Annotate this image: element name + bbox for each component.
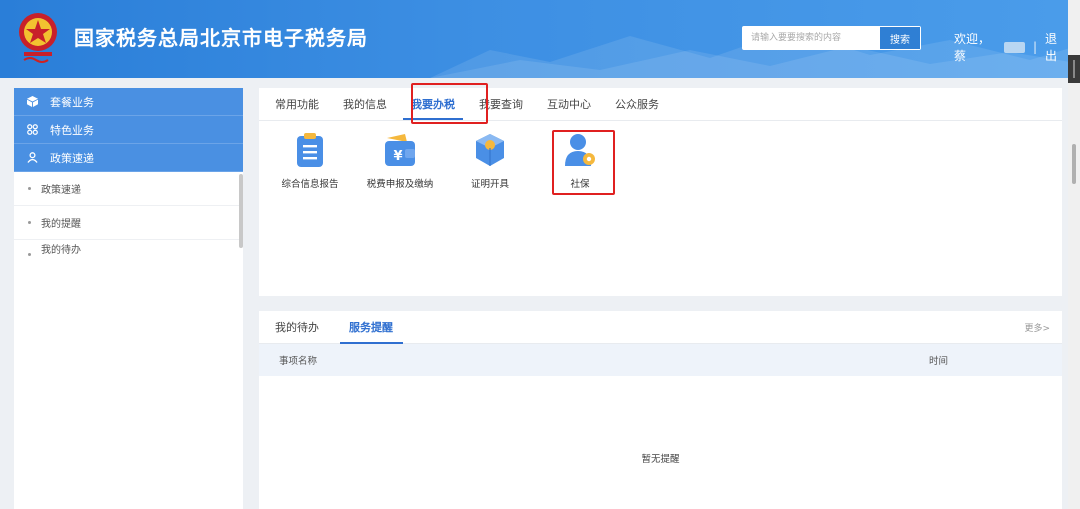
tab-common[interactable]: 常用功能 [275,87,319,120]
sidebar-section-featured[interactable]: 特色业务 [14,116,243,144]
tab-my-info[interactable]: 我的信息 [343,87,387,120]
yuan-wallet-icon: ¥ [385,134,415,166]
sidebar-item-todo[interactable]: 我的待办 [14,240,243,256]
function-panel: 常用功能 我的信息 我要办税 我要查询 互动中心 公众服务 综合信息报告 ¥ 税… [259,88,1062,296]
column-header-name: 事项名称 [279,356,318,367]
function-certificate[interactable]: 证明开具 [445,132,535,190]
sidebar-list: 政策速递 我的提醒 我的待办 [14,172,243,256]
site-header: 国家税务总局北京市电子税务局 搜索 欢迎，蔡 | 退出 [0,0,1068,78]
sidebar: 套餐业务 特色业务 政策速递 政策速递 我的提醒 我的待办 [14,88,243,509]
box-icon [476,134,504,166]
logout-link[interactable]: 退出 [1045,30,1068,64]
clipboard-icon [297,133,323,167]
function-label: 综合信息报告 [281,179,339,190]
svg-text:¥: ¥ [393,149,402,164]
header-separator: | [1032,40,1038,54]
sidebar-section-package[interactable]: 套餐业务 [14,88,243,116]
bullet-dot [28,221,31,224]
table-header: 事项名称 时间 [259,344,1062,376]
search-box: 搜索 [742,26,921,50]
masked-username [1003,41,1025,53]
site-title: 国家税务总局北京市电子税务局 [74,26,368,50]
reminder-tabs: 我的待办 服务提醒 更多> [259,311,1062,344]
sidebar-item-label: 我的待办 [41,245,81,256]
function-tax-declaration[interactable]: ¥ 税费申报及缴纳 [355,132,445,190]
tab-interaction[interactable]: 互动中心 [547,87,591,120]
sidebar-section-policy[interactable]: 政策速递 [14,144,243,172]
page-scrollbar[interactable] [1068,0,1080,509]
scrollbar-widget-grip [1073,60,1075,78]
main-tabs: 常用功能 我的信息 我要办税 我要查询 互动中心 公众服务 [259,88,1062,121]
sidebar-section-label: 政策速递 [50,151,94,165]
user-welcome: 欢迎，蔡 | 退出 [954,30,1068,64]
sidebar-item-policy[interactable]: 政策速递 [14,172,243,206]
sidebar-scrollbar-thumb[interactable] [239,174,243,248]
function-label: 税费申报及缴纳 [366,179,434,190]
sidebar-item-label: 政策速递 [41,185,81,196]
empty-state-text: 暂无提醒 [641,454,680,465]
grid-icon [26,124,38,136]
highlight-box-tax-tab [411,83,488,124]
reminder-panel: 我的待办 服务提醒 更多> 事项名称 时间 暂无提醒 [259,311,1062,509]
column-header-time: 时间 [929,356,949,367]
welcome-text: 欢迎，蔡 [954,32,991,63]
tab-public-service[interactable]: 公众服务 [615,87,659,120]
sidebar-item-label: 我的提醒 [41,219,81,230]
tax-emblem-icon [19,13,57,63]
tab-my-todo[interactable]: 我的待办 [275,311,319,344]
bullet-dot [28,253,31,256]
more-link[interactable]: 更多> [1024,321,1050,334]
search-button[interactable]: 搜索 [880,27,920,49]
search-input[interactable] [743,27,880,49]
user-icon [26,152,38,164]
tab-service-reminder[interactable]: 服务提醒 [340,311,403,344]
highlight-box-social-security [552,130,615,195]
cube-icon [26,96,38,108]
bullet-dot [28,187,31,190]
sidebar-section-label: 特色业务 [50,123,94,137]
sidebar-section-label: 套餐业务 [50,95,94,109]
scrollbar-thumb[interactable] [1072,144,1076,184]
function-label: 证明开具 [470,179,509,190]
sidebar-item-reminders[interactable]: 我的提醒 [14,206,243,240]
function-comprehensive-report[interactable]: 综合信息报告 [265,132,355,190]
